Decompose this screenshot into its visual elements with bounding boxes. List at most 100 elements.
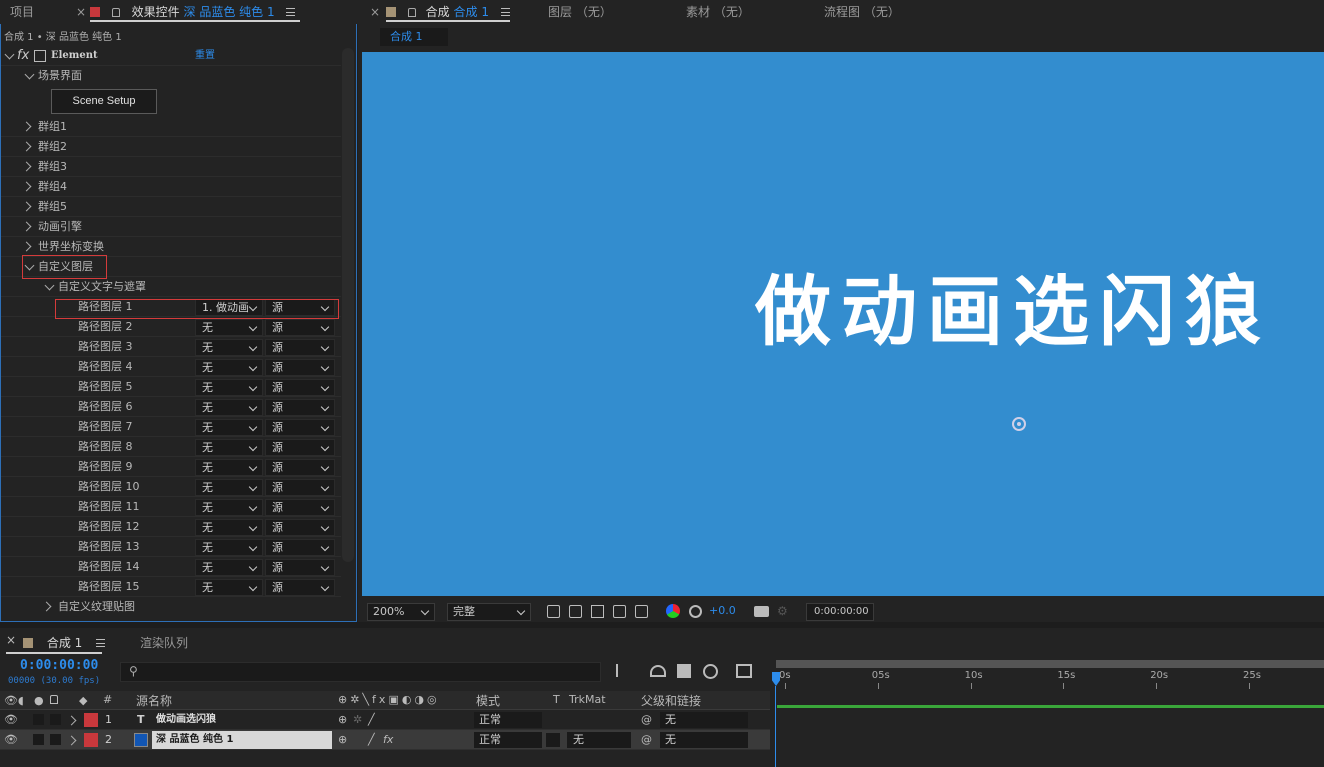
- layer-name[interactable]: 做动画选闪狼: [156, 710, 216, 730]
- path-layer-dropdown[interactable]: 无: [195, 339, 263, 356]
- tab-layer[interactable]: 图层 （无）: [548, 0, 612, 24]
- solo-icon[interactable]: ●: [34, 694, 44, 707]
- source-dropdown[interactable]: 源: [265, 559, 335, 576]
- chevron-right-icon[interactable]: [66, 735, 77, 746]
- color-channels-icon[interactable]: [666, 604, 680, 618]
- source-dropdown[interactable]: 源: [265, 579, 335, 596]
- chevron-right-icon[interactable]: [21, 141, 32, 152]
- audio-icon[interactable]: ◖: [18, 694, 24, 707]
- shy-switch-icon[interactable]: ⊕: [338, 730, 347, 750]
- chevron-right-icon[interactable]: [66, 715, 77, 726]
- layer-name[interactable]: 深 品蓝色 纯色 1: [152, 731, 332, 749]
- chevron-right-icon[interactable]: [21, 121, 32, 132]
- panel-menu-icon[interactable]: [500, 8, 510, 16]
- fx-icon[interactable]: fx: [17, 46, 29, 66]
- chevron-down-icon[interactable]: [4, 49, 15, 60]
- collapse-switch-icon[interactable]: ✲: [353, 710, 362, 730]
- source-dropdown[interactable]: 源: [265, 339, 335, 356]
- path-layer-dropdown[interactable]: 无: [195, 419, 263, 436]
- work-area-bar[interactable]: [776, 660, 1324, 668]
- label-icon[interactable]: ◆: [79, 694, 87, 707]
- path-layer-dropdown[interactable]: 无: [195, 479, 263, 496]
- switches-icons[interactable]: ⊕✲╲fx▣◐◑◎: [338, 693, 440, 706]
- source-dropdown[interactable]: 源: [265, 479, 335, 496]
- eye-icon[interactable]: 👁: [4, 694, 18, 707]
- path-layer-dropdown[interactable]: 无: [195, 559, 263, 576]
- reset-link[interactable]: 重置: [195, 46, 215, 66]
- close-icon[interactable]: ×: [6, 633, 16, 647]
- scrollbar[interactable]: [342, 48, 354, 562]
- label-color-chip[interactable]: [84, 733, 98, 747]
- custom-text-mask-group[interactable]: 自定义文字与遮罩: [1, 277, 341, 297]
- comp-subtab[interactable]: 合成 1: [380, 28, 448, 46]
- pickwhip-icon[interactable]: @: [641, 730, 652, 750]
- col-source-name[interactable]: 源名称: [136, 692, 172, 709]
- path-layer-dropdown[interactable]: 无: [195, 579, 263, 596]
- search-input[interactable]: ⚲: [120, 662, 601, 682]
- parent-dropdown[interactable]: 无: [660, 732, 748, 748]
- path-layer-dropdown[interactable]: 无: [195, 439, 263, 456]
- close-icon[interactable]: ×: [370, 0, 380, 24]
- quality-switch-icon[interactable]: ╱: [368, 730, 375, 750]
- label-color-chip[interactable]: [84, 713, 98, 727]
- parent-dropdown[interactable]: 无: [660, 712, 748, 728]
- fx-switch-icon[interactable]: fx: [383, 730, 393, 750]
- show-snapshot-icon[interactable]: ⚙: [777, 604, 788, 618]
- eye-icon[interactable]: 👁: [4, 730, 18, 750]
- timeline-tab[interactable]: 合成 1: [23, 634, 106, 651]
- chevron-down-icon[interactable]: [44, 280, 55, 291]
- source-dropdown[interactable]: 源: [265, 419, 335, 436]
- scene-setup-button[interactable]: Scene Setup: [51, 89, 157, 114]
- tab-render-queue[interactable]: 渲染队列: [140, 634, 188, 651]
- path-layer-dropdown[interactable]: 无: [195, 399, 263, 416]
- source-dropdown[interactable]: 源: [265, 539, 335, 556]
- viewer-timecode[interactable]: 0:00:00:00: [806, 603, 874, 621]
- mode-dropdown[interactable]: 正常: [474, 732, 542, 748]
- resolution-dropdown[interactable]: 完整: [447, 603, 531, 621]
- composition-flowchart-icon[interactable]: [616, 664, 632, 677]
- effect-group-row[interactable]: 群组3: [1, 157, 341, 177]
- anchor-point-icon[interactable]: [1012, 417, 1026, 431]
- close-icon[interactable]: ×: [76, 0, 86, 24]
- source-dropdown[interactable]: 源: [265, 439, 335, 456]
- effect-group-row[interactable]: 群组5: [1, 197, 341, 217]
- source-dropdown[interactable]: 源: [265, 379, 335, 396]
- path-layer-dropdown[interactable]: 无: [195, 359, 263, 376]
- effect-group-row[interactable]: 世界坐标变换: [1, 237, 341, 257]
- transparency-grid-icon[interactable]: [547, 605, 560, 618]
- lock-icon[interactable]: [407, 8, 416, 17]
- effect-group-row[interactable]: 动画引擎: [1, 217, 341, 237]
- col-parent[interactable]: 父级和链接: [641, 692, 701, 709]
- panel-menu-icon[interactable]: [96, 639, 106, 647]
- path-layer-dropdown[interactable]: 无: [195, 499, 263, 516]
- solo-toggle[interactable]: [33, 734, 44, 745]
- path-layer-dropdown[interactable]: 无: [195, 319, 263, 336]
- mask-visibility-icon[interactable]: [569, 605, 582, 618]
- tab-footage[interactable]: 素材 （无）: [686, 0, 750, 24]
- source-dropdown[interactable]: 源: [265, 319, 335, 336]
- source-dropdown[interactable]: 源: [265, 519, 335, 536]
- effect-group-row[interactable]: 群组4: [1, 177, 341, 197]
- frame-blending-icon[interactable]: [677, 664, 691, 678]
- effect-row[interactable]: fx Element 重置: [1, 46, 341, 66]
- custom-texture-maps-group[interactable]: 自定义纹理贴图: [1, 597, 341, 617]
- motion-blur-icon[interactable]: [703, 664, 718, 679]
- shy-layers-icon[interactable]: [650, 665, 666, 677]
- graph-editor-icon[interactable]: [736, 664, 752, 678]
- camera-snapshot-icon[interactable]: [754, 606, 769, 617]
- chevron-right-icon[interactable]: [21, 181, 32, 192]
- effect-group-row[interactable]: 群组1: [1, 117, 341, 137]
- eye-icon[interactable]: 👁: [4, 710, 18, 730]
- scene-interface-group[interactable]: 场景界面: [1, 66, 341, 86]
- lock-icon[interactable]: [111, 8, 120, 17]
- pickwhip-icon[interactable]: @: [641, 710, 652, 730]
- quality-switch-icon[interactable]: ╱: [368, 710, 375, 730]
- exposure-value[interactable]: +0.0: [709, 604, 736, 617]
- path-layer-dropdown[interactable]: 无: [195, 519, 263, 536]
- panel-menu-icon[interactable]: [286, 8, 296, 16]
- chevron-right-icon[interactable]: [21, 161, 32, 172]
- path-layer-dropdown[interactable]: 无: [195, 539, 263, 556]
- effect-group-row[interactable]: 群组2: [1, 137, 341, 157]
- toggle-guides-icon[interactable]: [613, 605, 626, 618]
- table-row[interactable]: 👁 1 T 做动画选闪狼 ⊕ ✲ ╱ 正常 @ 无: [0, 710, 770, 730]
